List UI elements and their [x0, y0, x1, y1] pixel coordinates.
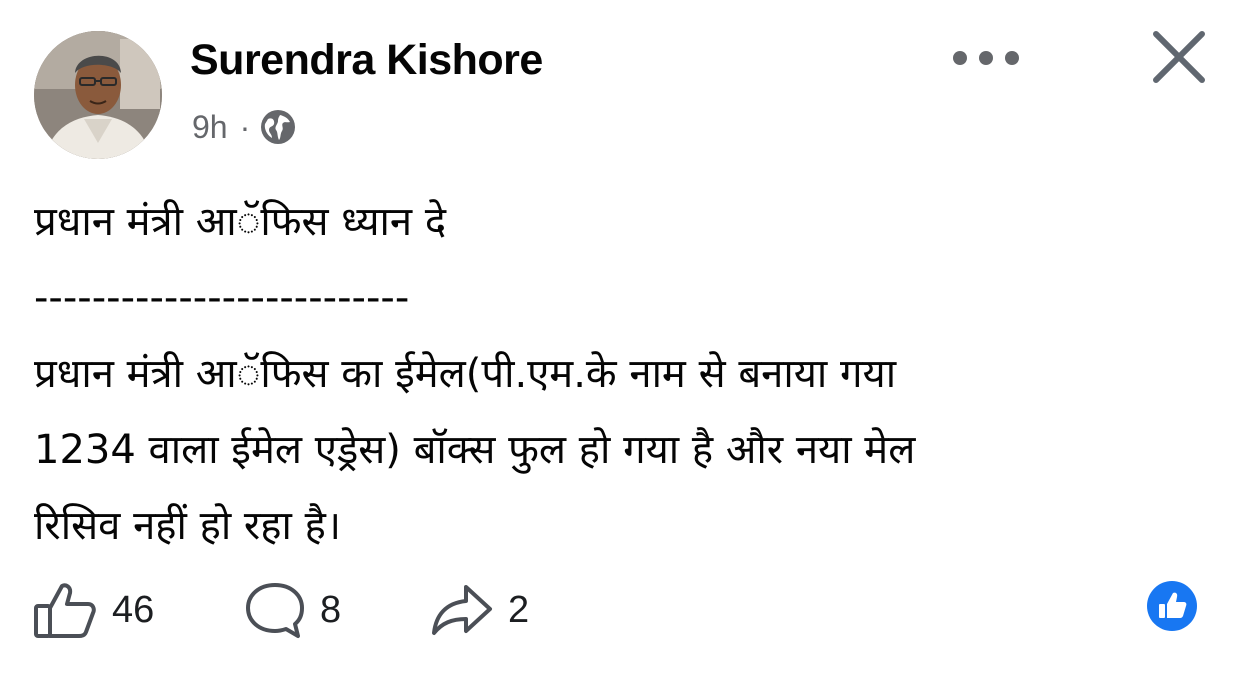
share-icon [432, 585, 492, 635]
comment-count: 8 [320, 588, 342, 631]
share-button[interactable]: 2 [430, 578, 529, 642]
post-meta: 9h · [192, 106, 296, 148]
post-heading: प्रधान मंत्री आॅफिस ध्यान दे [34, 199, 447, 245]
post-time[interactable]: 9h [192, 109, 228, 146]
close-icon [1153, 31, 1205, 83]
share-count: 2 [508, 588, 530, 631]
post-text-line: प्रधान मंत्री आॅफिस का ईमेल(पी.एम.के नाम… [34, 351, 897, 397]
meta-separator: · [239, 108, 251, 145]
author-name[interactable]: Surendra Kishore [190, 36, 543, 85]
comment-button[interactable]: 8 [244, 578, 341, 642]
like-reaction-badge[interactable] [1146, 580, 1198, 632]
action-bar: 46 8 2 [0, 578, 1242, 642]
more-options-button[interactable] [950, 38, 1022, 78]
author-avatar[interactable] [34, 31, 162, 159]
more-options-icon [953, 51, 1019, 65]
close-button[interactable] [1150, 28, 1208, 86]
post-body: प्रधान मंत्री आॅफिस ध्यान दे -----------… [34, 184, 1214, 564]
globe-icon[interactable] [260, 109, 296, 145]
post-divider: -------------------------- [34, 275, 410, 321]
thumbs-up-icon [34, 583, 96, 638]
like-count: 46 [112, 588, 155, 631]
like-button[interactable]: 46 [32, 578, 154, 642]
author-photo [34, 31, 162, 159]
post-text-line: 1234 वाला ईमेल एड्रेस) बॉक्स फुल हो गया … [34, 427, 916, 473]
like-reaction-icon [1147, 581, 1197, 631]
comment-icon [246, 583, 304, 638]
post-text-line: रिसिव नहीं हो रहा है। [34, 503, 341, 549]
